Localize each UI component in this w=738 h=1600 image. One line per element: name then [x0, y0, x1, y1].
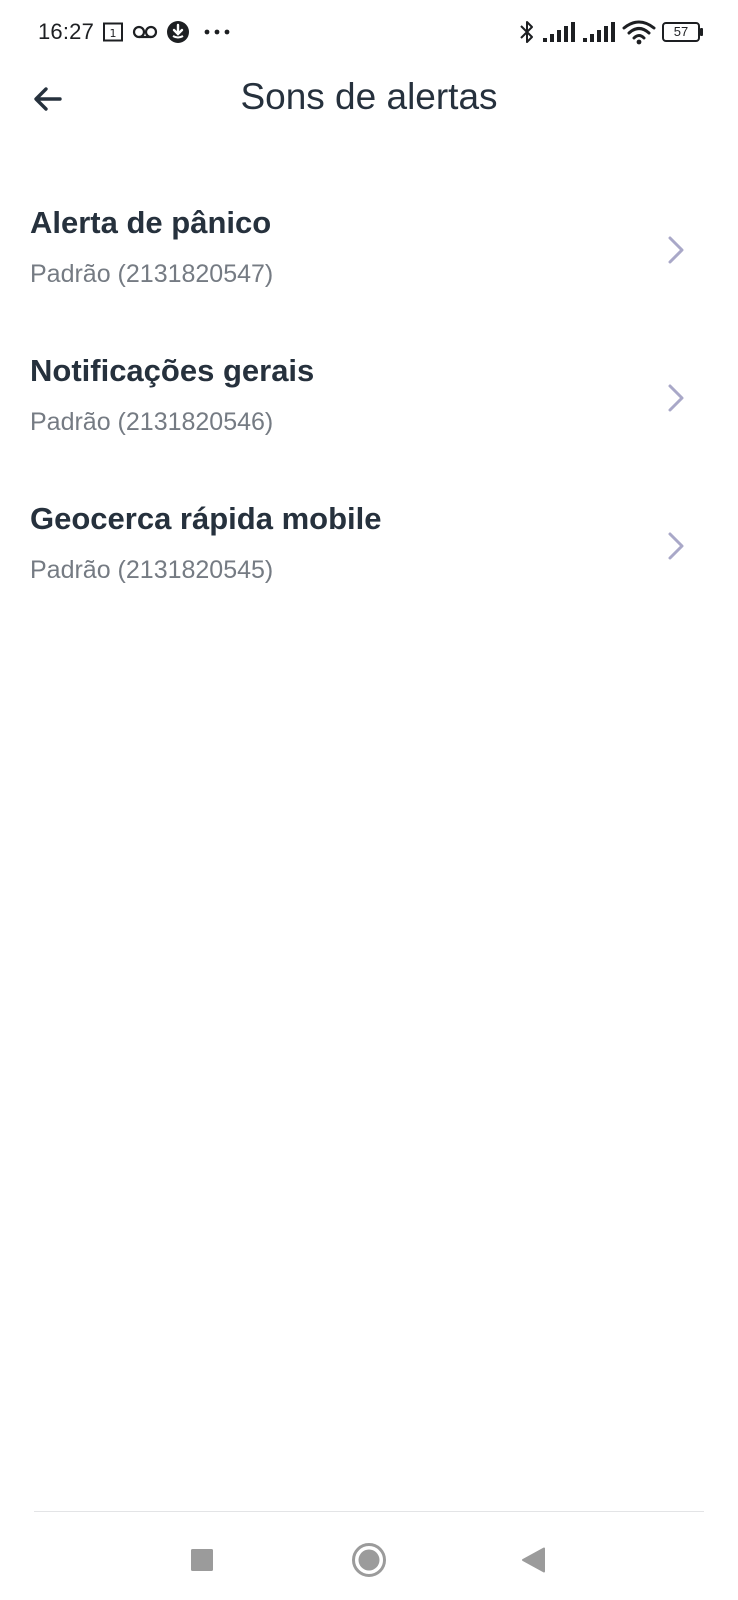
status-time: 16:27	[38, 19, 95, 44]
chevron-right-icon	[664, 233, 688, 267]
more-dots-icon	[204, 28, 230, 36]
calendar-icon: 1	[102, 21, 124, 43]
list-item-subtitle: Padrão (2131820545)	[30, 556, 274, 584]
back-nav-button[interactable]	[503, 1530, 563, 1590]
list-item-general-notifications[interactable]: Notificações gerais Padrão (2131820546)	[0, 323, 738, 471]
wifi-icon	[622, 19, 656, 45]
app-notification-icon	[166, 20, 190, 44]
chevron-right-icon	[664, 381, 688, 415]
arrow-left-icon	[33, 86, 63, 112]
bluetooth-icon	[518, 19, 536, 45]
voicemail-icon	[132, 24, 158, 40]
battery-level: 57	[673, 24, 689, 39]
svg-text:1: 1	[110, 27, 117, 40]
alert-sounds-list: Alerta de pânico Padrão (2131820547) Not…	[0, 175, 738, 619]
back-button[interactable]	[24, 75, 72, 123]
list-item-quick-geofence[interactable]: Geocerca rápida mobile Padrão (213182054…	[0, 471, 738, 619]
recents-button[interactable]	[172, 1530, 232, 1590]
list-item-title: Notificações gerais	[30, 353, 315, 388]
signal-icon	[582, 21, 616, 43]
page-title: Sons de alertas	[240, 76, 498, 117]
list-item-title: Geocerca rápida mobile	[30, 501, 382, 536]
signal-icon	[542, 21, 576, 43]
app-header: Sons de alertas	[0, 64, 738, 134]
recents-icon	[190, 1548, 214, 1572]
battery-icon: 57	[662, 22, 704, 42]
home-icon	[351, 1542, 387, 1578]
list-item-title: Alerta de pânico	[30, 205, 272, 240]
system-nav-bar	[0, 1512, 738, 1600]
list-item-subtitle: Padrão (2131820546)	[30, 408, 274, 436]
list-item-panic-alert[interactable]: Alerta de pânico Padrão (2131820547)	[0, 175, 738, 323]
status-bar: 16:27 1 57	[0, 0, 738, 64]
home-button[interactable]	[339, 1530, 399, 1590]
status-right: 57	[518, 16, 704, 48]
list-item-subtitle: Padrão (2131820547)	[30, 260, 274, 288]
back-triangle-icon	[520, 1547, 546, 1573]
chevron-right-icon	[664, 529, 688, 563]
status-left: 16:27 1	[38, 17, 230, 47]
